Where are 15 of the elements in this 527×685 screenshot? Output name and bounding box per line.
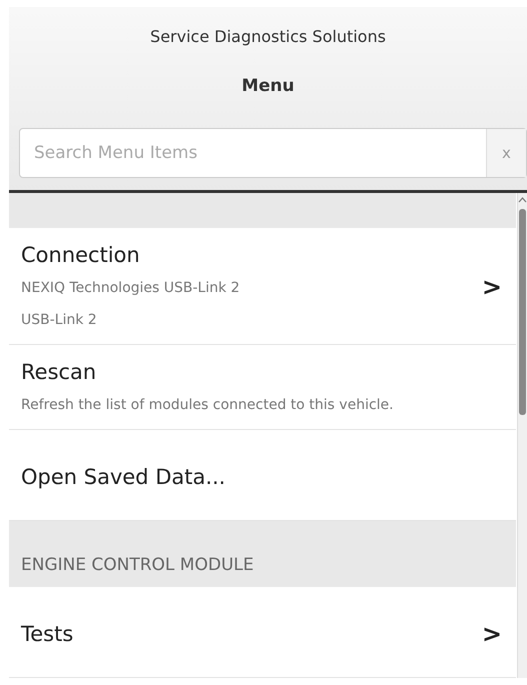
- chevron-icon[interactable]: >: [482, 273, 502, 301]
- section-header: ENGINE CONTROL MODULE: [9, 521, 516, 587]
- scroll-up-icon[interactable]: [518, 197, 527, 203]
- item-description: NEXIQ Technologies USB-Link 2: [21, 279, 241, 298]
- chevron-icon[interactable]: >: [482, 620, 502, 648]
- menu-item[interactable]: Tests: [21, 617, 482, 651]
- menu-item[interactable]: Connection: [21, 238, 482, 272]
- scroll-thumb[interactable]: [519, 209, 526, 415]
- menu-item[interactable]: Open Saved Data...: [21, 460, 502, 494]
- scrollbar[interactable]: [517, 193, 527, 678]
- item-description: Refresh the list of modules connected to this vehicle.: [21, 396, 394, 415]
- item-description: USB-Link 2: [21, 311, 98, 330]
- menu-title: Menu: [240, 76, 296, 96]
- menu-item[interactable]: Rescan: [21, 355, 502, 389]
- app-title: Service Diagnostics Solutions: [149, 27, 387, 46]
